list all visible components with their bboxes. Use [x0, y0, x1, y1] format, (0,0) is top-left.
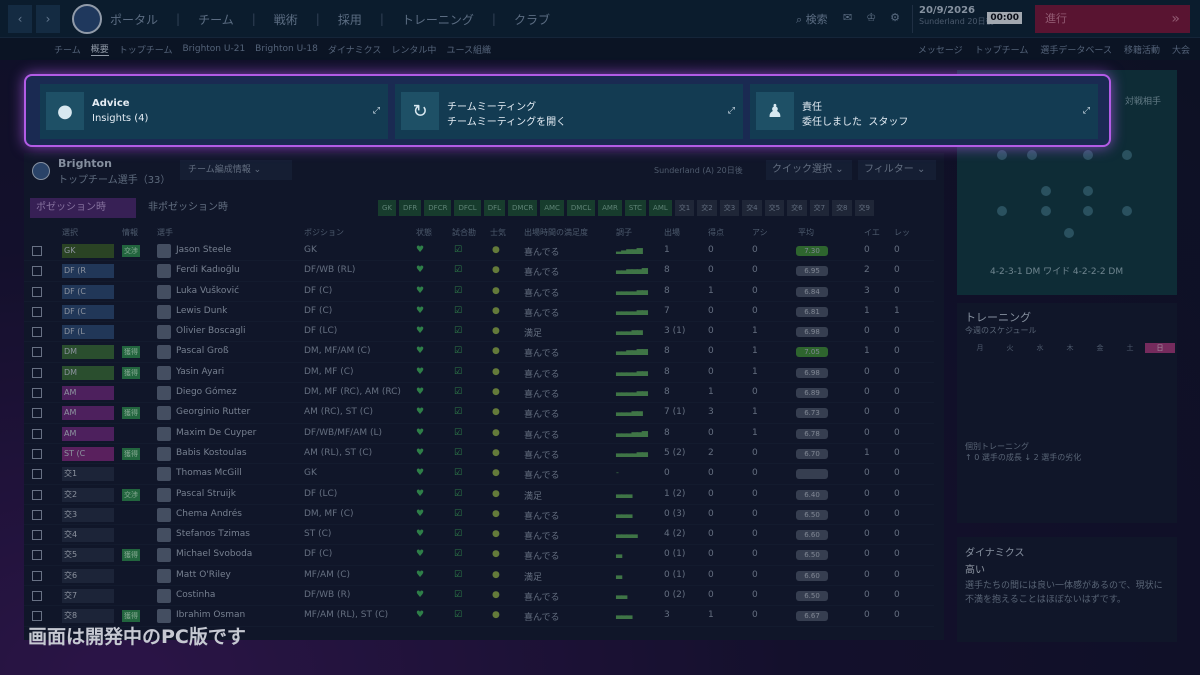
expand-icon[interactable]: ⤢ — [1083, 106, 1090, 116]
advice-insights: Insights (4) — [92, 113, 149, 124]
team-meeting-title: チームミーティング — [447, 102, 537, 113]
expand-icon[interactable]: ⤢ — [728, 106, 735, 116]
responsibilities-sub: 委任しました スタッフ — [802, 113, 908, 128]
meeting-icon: ↻ — [401, 92, 439, 130]
delegated-label: 委任しました — [802, 117, 862, 128]
chat-bubble-icon: ● — [46, 92, 84, 130]
responsibilities-title: 責任 — [802, 102, 822, 113]
expand-icon[interactable]: ⤢ — [373, 106, 380, 116]
app-window: ‹ › ポータル | チーム | 戦術 | 採用 | トレーニング | クラブ … — [0, 0, 1200, 675]
responsibilities-card[interactable]: ♟ 責任 委任しました スタッフ ⤢ — [750, 84, 1098, 139]
advice-title: Advice — [92, 98, 130, 109]
team-meeting-sub: チームミーティングを開く — [447, 117, 567, 128]
staff-label: スタッフ — [868, 117, 909, 128]
dev-watermark: 画面は開発中のPC版です — [28, 626, 246, 648]
team-meeting-card[interactable]: ↻ チームミーティング チームミーティングを開く ⤢ — [395, 84, 743, 139]
staff-delegation-icon: ♟ — [756, 92, 794, 130]
advice-card[interactable]: ● Advice Insights (4) ⤢ — [40, 84, 388, 139]
advice-bar: ● Advice Insights (4) ⤢ ↻ チームミーティング チームミ… — [24, 74, 1111, 147]
